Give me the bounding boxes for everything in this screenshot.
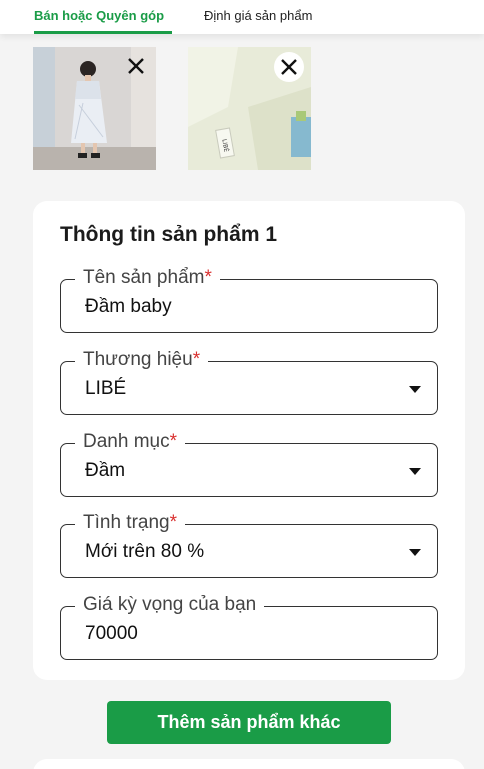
product-photo-2: LIBÉ <box>188 47 311 170</box>
field-label: Tên sản phẩm <box>83 267 205 288</box>
condition-select[interactable]: Tình trạng* Mới trên 80 % <box>60 512 438 578</box>
tab-price-estimate[interactable]: Định giá sản phẩm <box>204 8 312 23</box>
add-another-product-button[interactable]: Thêm sản phẩm khác <box>107 701 391 744</box>
brand-selected-value[interactable]: LIBÉ <box>85 378 126 400</box>
required-marker: * <box>204 267 212 288</box>
product-name-input[interactable]: Đầm baby <box>85 296 172 318</box>
condition-selected-value[interactable]: Mới trên 80 % <box>85 541 204 563</box>
product-photo-1 <box>33 47 156 170</box>
tab-bar: Bán hoặc Quyên góp Định giá sản phẩm <box>0 0 484 34</box>
field-legend: Danh mục* <box>75 431 186 453</box>
field-legend: Thương hiệu* <box>75 349 209 371</box>
required-marker: * <box>192 349 201 370</box>
remove-photo-2-button[interactable] <box>274 52 304 82</box>
field-label: Tình trạng <box>83 512 170 533</box>
active-tab-indicator <box>34 31 172 34</box>
required-marker: * <box>169 431 178 452</box>
product-name-field[interactable]: Tên sản phẩm* Đầm baby <box>60 267 438 333</box>
product-info-card: Thông tin sản phẩm 1 Tên sản phẩm* Đầm b… <box>33 201 465 680</box>
card-title: Thông tin sản phẩm 1 <box>60 223 278 246</box>
required-marker: * <box>169 512 178 533</box>
close-icon <box>281 59 297 75</box>
expected-price-input[interactable]: 70000 <box>85 623 138 645</box>
field-label: Thương hiệu <box>83 349 193 370</box>
expected-price-field[interactable]: Giá kỳ vọng của bạn 70000 <box>60 594 438 660</box>
tab-sell-or-donate[interactable]: Bán hoặc Quyên góp <box>34 8 164 23</box>
caret-down-icon[interactable] <box>409 549 421 556</box>
field-legend: Tên sản phẩm* <box>75 267 220 289</box>
brand-select[interactable]: Thương hiệu* LIBÉ <box>60 349 438 415</box>
field-label: Danh mục <box>83 431 170 452</box>
field-label: Giá kỳ vọng của bạn <box>83 594 257 615</box>
close-icon <box>128 58 144 74</box>
caret-down-icon[interactable] <box>409 386 421 393</box>
field-legend: Giá kỳ vọng của bạn <box>75 594 265 616</box>
remove-photo-1-button[interactable] <box>121 51 151 81</box>
category-selected-value[interactable]: Đầm <box>85 460 125 482</box>
next-card-edge <box>33 759 465 769</box>
category-select[interactable]: Danh mục* Đầm <box>60 431 438 497</box>
caret-down-icon[interactable] <box>409 468 421 475</box>
field-legend: Tình trạng* <box>75 512 186 534</box>
